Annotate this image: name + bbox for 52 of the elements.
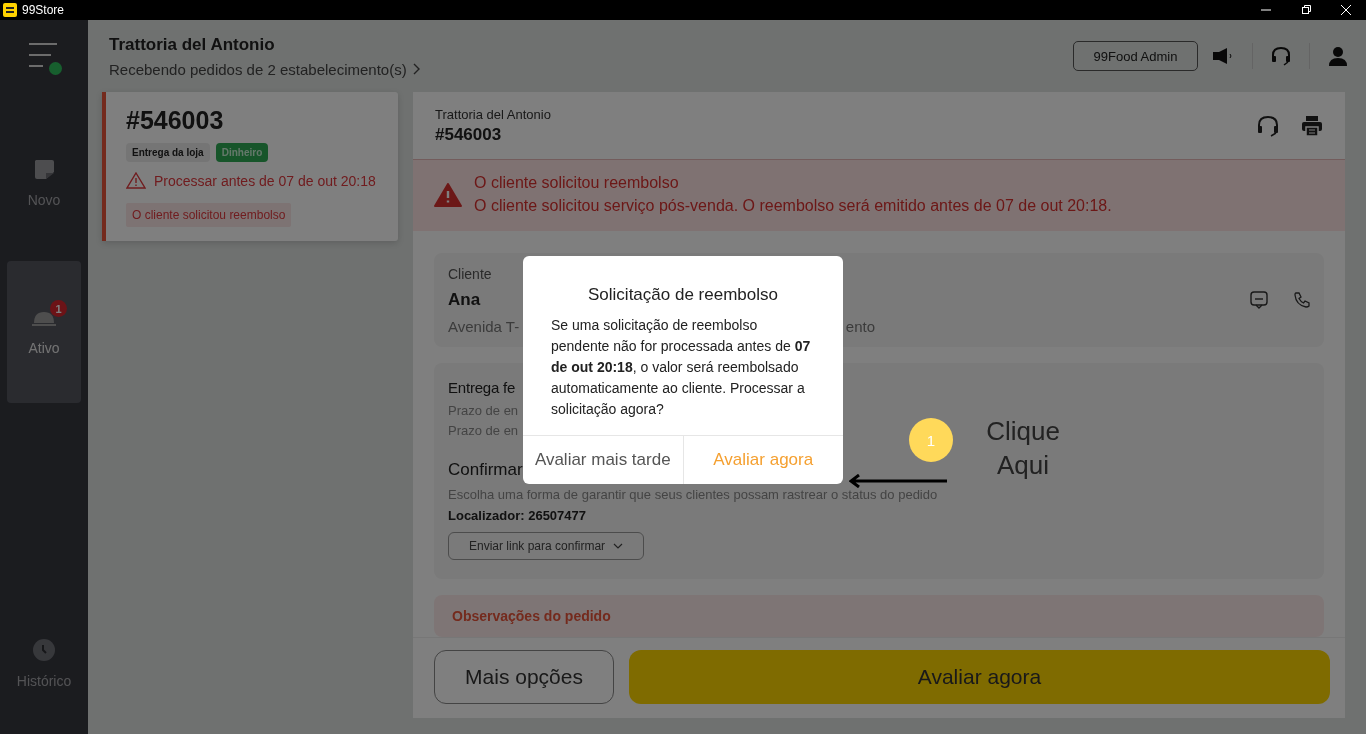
notification-badge: 1	[50, 300, 67, 317]
customer-name: Ana	[448, 289, 481, 310]
confirm-link-dropdown[interactable]: Enviar link para confirmar	[448, 532, 645, 560]
arrow-icon	[849, 474, 948, 488]
warning-icon	[434, 182, 462, 207]
restore-icon[interactable]	[1301, 5, 1311, 15]
store-name: Trattoria del Antonio	[435, 106, 552, 122]
alert-message: O cliente solicitou serviço pós-venda. O reembolso será emitido antes de 07 de out 20:18.	[474, 197, 1112, 215]
order-card[interactable]: #546003 Entrega da loja Dinheiro Processar antes de 07 de out 20:18 O cliente solicitou reembolso	[102, 92, 398, 241]
headset-icon[interactable]	[1271, 46, 1291, 66]
store-subtitle[interactable]: Recebendo pedidos de 2 estabelecimento(s)	[109, 60, 407, 78]
phone-icon[interactable]	[1294, 292, 1310, 308]
user-icon[interactable]	[1328, 46, 1348, 66]
warning-icon	[126, 172, 146, 189]
more-options-button[interactable]: Mais opções	[434, 650, 614, 704]
section-title: Confirmar	[448, 460, 523, 480]
status-tag: O cliente solicitou reembolso	[126, 203, 292, 227]
notes-title: Observações do pedido	[452, 608, 611, 624]
review-later-button[interactable]: Avaliar mais tarde	[523, 436, 684, 484]
printer-icon[interactable]	[1301, 114, 1323, 137]
nav-item[interactable]: 1 Ativo	[7, 261, 81, 403]
chevron-right-icon[interactable]	[412, 63, 420, 75]
alert-title: O cliente solicitou reembolso	[474, 174, 680, 192]
locator-code: Localizador: 26507477	[448, 508, 587, 523]
delivery-tag: Entrega da loja	[126, 143, 210, 162]
chat-icon[interactable]	[1250, 291, 1268, 309]
order-number: #546003	[126, 106, 225, 135]
deadline-text: Processar antes de 07 de out 20:18	[154, 172, 376, 189]
dialog-title: Solicitação de reembolso	[587, 285, 779, 305]
nav-item[interactable]: Histórico	[7, 624, 81, 704]
menu-icon[interactable]	[29, 42, 59, 70]
store-name: Trattoria del Antonio	[109, 34, 276, 55]
note-icon	[33, 158, 55, 180]
address-text: Avenida T-	[448, 317, 520, 335]
chevron-down-icon	[613, 543, 624, 549]
close-icon[interactable]	[1341, 5, 1351, 15]
address-text: ento	[845, 317, 875, 335]
app-logo-icon	[3, 3, 17, 17]
app-name: 99Store	[22, 3, 66, 17]
callout-text: Clique Aqui	[985, 415, 1061, 482]
customer-label: Cliente	[448, 265, 492, 282]
review-now-button[interactable]: Avaliar agora	[629, 650, 1330, 704]
dialog-message: Se uma solicitação de reembolso pendente não for processada antes de 07 de out 20:18, o valor será reembolsado automaticamente ao cliente. Processar a solicitação agora?	[550, 316, 812, 419]
section-title: Entrega fe	[448, 379, 516, 396]
headset-icon[interactable]	[1257, 114, 1279, 137]
admin-button[interactable]: 99Food Admin	[1073, 41, 1198, 71]
nav-item[interactable]: Novo	[7, 138, 81, 228]
review-now-button[interactable]: Avaliar agora	[683, 436, 843, 484]
order-number: #546003	[435, 124, 503, 145]
clock-icon	[33, 639, 55, 661]
payment-tag: Dinheiro	[215, 143, 269, 162]
megaphone-icon[interactable]	[1212, 47, 1234, 65]
